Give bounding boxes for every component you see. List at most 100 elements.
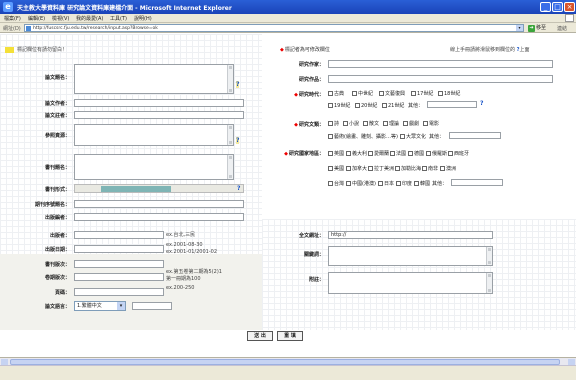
- format-help-icon[interactable]: ?: [237, 185, 240, 192]
- notes-textarea[interactable]: [328, 272, 493, 294]
- country-option-korea[interactable]: 韓國: [414, 180, 430, 187]
- book-format-select[interactable]: [74, 184, 244, 193]
- country-option-france[interactable]: 法國: [390, 150, 406, 157]
- title-textarea[interactable]: [74, 64, 234, 94]
- format-highlight: [101, 186, 171, 192]
- reference-help-icon[interactable]: ?: [236, 137, 240, 144]
- genre-option-art[interactable]: 藝術(繪畫、雕刻、攝影…等): [328, 133, 398, 140]
- scroll-left-icon[interactable]: [1, 359, 8, 365]
- period-option-20c[interactable]: 20世紀: [355, 102, 377, 109]
- scroll-thumb[interactable]: [10, 359, 560, 365]
- research-work-input[interactable]: [328, 75, 553, 83]
- volume-input[interactable]: [74, 273, 164, 281]
- pages-label: 頁碼：: [54, 290, 70, 296]
- country-option-canada[interactable]: 加拿大: [346, 165, 367, 172]
- advisor-input[interactable]: [74, 111, 244, 119]
- go-label: 移至: [536, 25, 547, 31]
- period-option-17c[interactable]: 17世紀: [411, 90, 433, 97]
- country-option-caribbean[interactable]: 加勒比海: [395, 165, 421, 172]
- address-input[interactable]: http://fuscsrc.fju.edu.tw/research/input…: [24, 24, 524, 32]
- book-title-textarea[interactable]: [74, 154, 234, 180]
- edition-label: 書刊版次：: [44, 262, 70, 268]
- publisher-input[interactable]: [74, 231, 164, 239]
- period-option-18c[interactable]: 18世紀: [438, 90, 460, 97]
- chevron-down-icon[interactable]: ▾: [117, 302, 125, 310]
- required-notice: 標記欄位有請勿留白！: [17, 47, 68, 53]
- date-input[interactable]: [74, 245, 164, 253]
- links-label[interactable]: 連結: [557, 25, 567, 32]
- country-option-latin-america[interactable]: 拉丁美洲: [368, 165, 394, 172]
- language-other-input[interactable]: [132, 302, 172, 310]
- menu-file[interactable]: 檔案(F): [4, 15, 21, 22]
- genre-option-theory[interactable]: 理論: [383, 120, 399, 127]
- close-button[interactable]: ×: [564, 2, 575, 12]
- language-select[interactable]: 1.繁體中文 ▾: [74, 301, 126, 311]
- scrollbar[interactable]: [486, 247, 492, 265]
- period-help-icon[interactable]: ?: [480, 100, 483, 107]
- edition-input[interactable]: [74, 260, 164, 268]
- period-option-21c[interactable]: 21世紀: [382, 102, 404, 109]
- country-option-usa[interactable]: 美國: [328, 165, 344, 172]
- genre-option-prose[interactable]: 散文: [363, 120, 379, 127]
- maximize-button[interactable]: □: [552, 2, 563, 12]
- genre-option-popular[interactable]: 大眾文化: [400, 133, 426, 140]
- period-option-19c[interactable]: 19世紀: [328, 102, 350, 109]
- menu-help[interactable]: 說明(H): [134, 15, 152, 22]
- scrollbar[interactable]: [227, 155, 233, 179]
- scroll-right-icon[interactable]: [568, 359, 575, 365]
- author-label: 論文作者：: [44, 101, 70, 107]
- menu-tools[interactable]: 工具(T): [110, 15, 127, 22]
- country-option-japan[interactable]: 日本: [378, 180, 394, 187]
- country-option-spain[interactable]: 西班牙: [448, 150, 469, 157]
- country-option-taiwan[interactable]: 台灣: [328, 180, 344, 187]
- country-option-italy[interactable]: 義大利: [346, 150, 367, 157]
- editor-input[interactable]: [74, 213, 244, 221]
- advisor-label: 論文註者：: [44, 113, 70, 119]
- country-option-india[interactable]: 印度: [396, 180, 412, 187]
- country-option-china[interactable]: 中國(港澳): [346, 180, 376, 187]
- genre-other-label: 其他：: [429, 134, 445, 140]
- genre-other-input[interactable]: [449, 132, 501, 139]
- country-option-germany[interactable]: 德國: [408, 150, 424, 157]
- horizontal-scrollbar[interactable]: [0, 358, 576, 366]
- menu-favorites[interactable]: 我的最愛(A): [76, 15, 103, 22]
- browser-window: e 天主教大學資料庫 研究論文資料庫建檔介面 - Microsoft Inter…: [0, 0, 576, 380]
- scrollbar[interactable]: [486, 273, 492, 293]
- publisher-hint: ex.台北,三民: [166, 232, 196, 238]
- genre-option-fiction[interactable]: 小說: [343, 120, 359, 127]
- author-input[interactable]: [74, 99, 244, 107]
- reference-textarea[interactable]: [74, 124, 234, 146]
- reset-button[interactable]: 重 填: [277, 331, 303, 341]
- period-option-medieval[interactable]: 中世紀: [352, 90, 373, 97]
- submit-button[interactable]: 送 出: [247, 331, 273, 341]
- window-title: 天主教大學資料庫 研究論文資料庫建檔介面 - Microsoft Interne…: [17, 5, 232, 12]
- genre-option-film[interactable]: 電影: [423, 120, 439, 127]
- keyword-textarea[interactable]: [328, 246, 493, 266]
- country-option-russia[interactable]: 俄羅斯: [426, 150, 447, 157]
- genre-option-poetry[interactable]: 詩: [328, 120, 339, 127]
- chevron-down-icon[interactable]: ▾: [516, 25, 523, 31]
- country-option-ireland[interactable]: 愛爾蘭: [368, 150, 389, 157]
- menu-edit[interactable]: 編輯(E): [28, 15, 45, 22]
- pages-input[interactable]: [74, 288, 164, 296]
- country-option-australia[interactable]: 澳洲: [440, 165, 456, 172]
- country-option-south-africa[interactable]: 南非: [422, 165, 438, 172]
- fulltext-input[interactable]: http://: [328, 231, 493, 239]
- scrollbar[interactable]: [227, 65, 233, 93]
- scrollbar[interactable]: [227, 125, 233, 145]
- genre-option-drama[interactable]: 戲劇: [403, 120, 419, 127]
- go-button[interactable]: ➜ 移至: [528, 24, 554, 32]
- research-author-input[interactable]: [328, 60, 553, 68]
- menu-view[interactable]: 檢視(V): [52, 15, 69, 22]
- periodical-no-input[interactable]: [74, 200, 244, 208]
- period-other-input[interactable]: [427, 101, 477, 108]
- period-option-classical[interactable]: 古典: [328, 90, 344, 97]
- country-other-input[interactable]: [451, 179, 503, 186]
- country-option-uk[interactable]: 英國: [328, 150, 344, 157]
- date-label: 出版日期：: [44, 247, 70, 253]
- period-option-renaissance[interactable]: 文藝復興: [379, 90, 405, 97]
- book-format-label: 書刊形式：: [44, 187, 70, 193]
- title-bar: e 天主教大學資料庫 研究論文資料庫建檔介面 - Microsoft Inter…: [0, 0, 576, 14]
- title-help-icon[interactable]: ?: [236, 81, 240, 88]
- minimize-button[interactable]: _: [540, 2, 551, 12]
